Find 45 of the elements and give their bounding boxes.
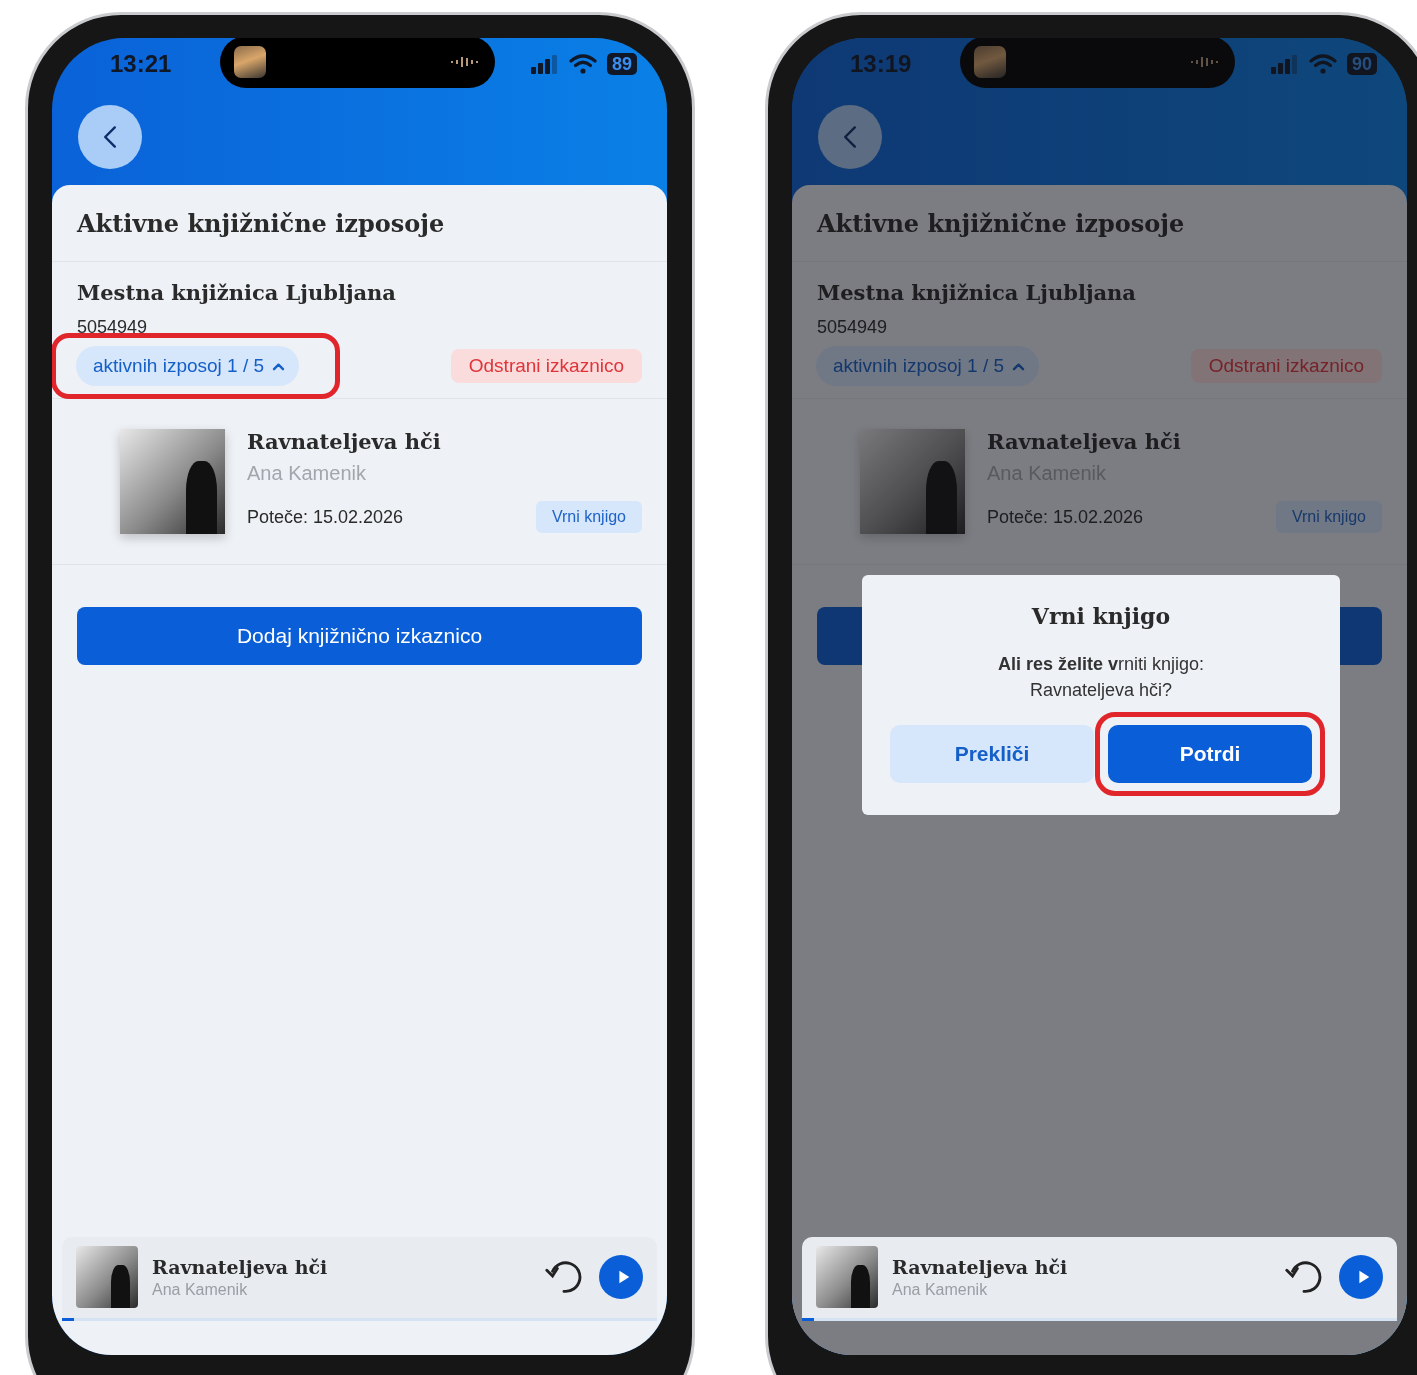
status-time: 13:21 <box>110 50 173 78</box>
return-book-button[interactable]: Vrni knjigo <box>535 501 642 533</box>
player-title: Ravnateljeva hči <box>152 1255 329 1278</box>
page-title: Aktivne knjižnične izposoje <box>77 208 445 238</box>
dialog-title: Vrni knjigo <box>1031 603 1171 629</box>
book-title: Ravnateljeva hči <box>987 429 1182 454</box>
book-author: Ana Kamenik <box>247 462 367 485</box>
remove-card-button[interactable]: Odstrani izkaznico <box>450 349 642 383</box>
player-author: Ana Kamenik <box>152 1280 249 1299</box>
play-button[interactable] <box>599 1255 643 1299</box>
waveform-icon <box>1191 56 1221 68</box>
loans-toggle-chip[interactable]: aktivnih izposoj 1 / 5 <box>816 346 1040 386</box>
return-book-button[interactable]: Vrni knjigo <box>1275 501 1382 533</box>
confirm-button[interactable]: Potrdi <box>1108 725 1312 783</box>
status-time: 13:19 <box>850 50 913 78</box>
chevron-left-icon <box>102 124 118 150</box>
wifi-icon <box>568 54 597 74</box>
loans-toggle-chip[interactable]: aktivnih izposoj 1 / 5 <box>76 346 300 386</box>
battery-indicator: 90 <box>1346 53 1377 75</box>
card-number: 5054949 <box>817 317 889 338</box>
chevron-up-icon <box>272 361 286 371</box>
chevron-up-icon <box>1012 361 1026 371</box>
chevron-left-icon <box>842 124 858 150</box>
page-title: Aktivne knjižnične izposoje <box>817 208 1185 238</box>
card-number: 5054949 <box>77 317 149 338</box>
waveform-icon <box>451 56 481 68</box>
book-cover <box>816 1246 878 1308</box>
signal-icon <box>530 54 559 74</box>
add-card-button[interactable]: Dodaj knjižnično izkaznico <box>77 607 642 665</box>
dialog-message: Ravnateljeva hči? <box>1029 679 1173 702</box>
wifi-icon <box>1308 54 1337 74</box>
library-name: Mestna knjižnica Ljubljana <box>77 280 397 305</box>
dialog-message: Ali res želite vrniti knjigo: <box>997 653 1205 676</box>
due-date: Poteče: 15.02.2026 <box>247 506 404 528</box>
library-name: Mestna knjižnica Ljubljana <box>817 280 1137 305</box>
play-button[interactable] <box>1339 1255 1383 1299</box>
due-date: Poteče: 15.02.2026 <box>987 506 1144 528</box>
app-icon <box>234 46 266 78</box>
battery-indicator: 89 <box>606 53 637 75</box>
book-cover <box>76 1246 138 1308</box>
book-title: Ravnateljeva hči <box>247 429 442 454</box>
app-icon <box>974 46 1006 78</box>
cancel-button[interactable]: Prekliči <box>890 725 1094 783</box>
player-title: Ravnateljeva hči <box>892 1255 1069 1278</box>
player-author: Ana Kamenik <box>892 1280 989 1299</box>
